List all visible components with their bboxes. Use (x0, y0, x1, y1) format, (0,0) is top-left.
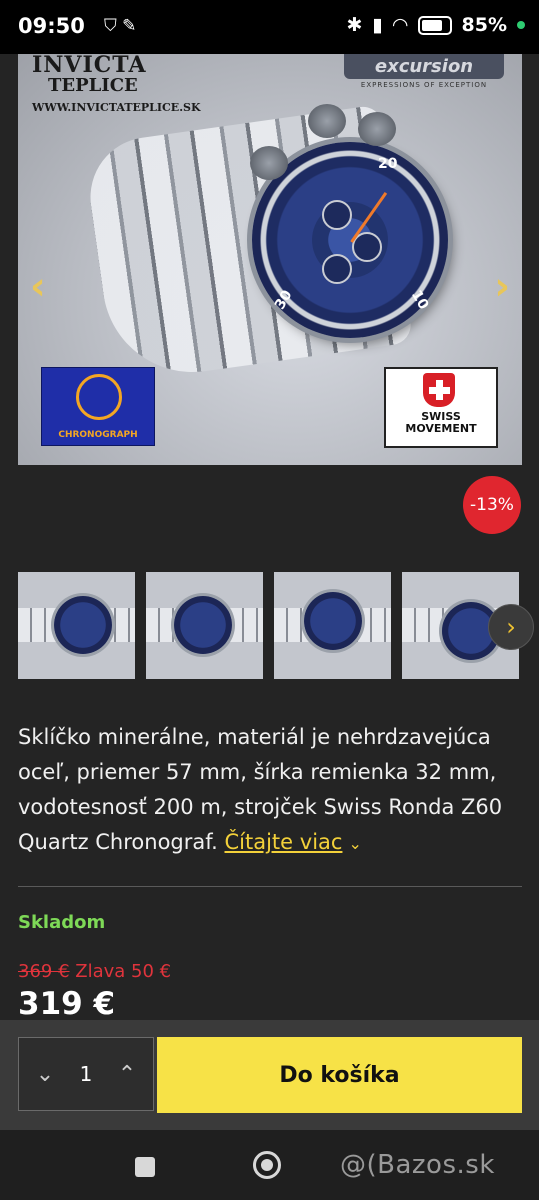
thumbnail[interactable] (18, 572, 135, 679)
watch-crown (308, 104, 346, 138)
stock-status: Skladom (18, 912, 106, 933)
product-image[interactable]: 20 30 10 INVICTA TEPLICE WWW.INVICTATEPL… (18, 54, 522, 465)
status-right: ✱ ▮ ◠ 85% (346, 14, 525, 36)
watch-pusher (358, 112, 396, 146)
old-price-line: 369 € Zlava 50 € (18, 961, 171, 982)
thumbnail-strip (18, 572, 519, 679)
stopwatch-icon (76, 374, 122, 420)
bezel-number: 20 (378, 156, 398, 172)
thumbnail[interactable] (146, 572, 263, 679)
thumbnail[interactable] (274, 572, 391, 679)
wifi-icon: ◠ (392, 14, 408, 36)
watermark: @(Bazos.sk (340, 1150, 495, 1180)
excursion-logo: excursion EXPRESSIONS OF EXCEPTION (344, 54, 504, 89)
home-button[interactable] (253, 1151, 281, 1179)
quantity-stepper: ⌄ 1 ⌃ (18, 1037, 154, 1111)
watch-subdial (322, 254, 352, 284)
swiss-movement-badge: SWISS MOVEMENT (384, 367, 498, 448)
decrease-quantity-button[interactable]: ⌄ (31, 1062, 59, 1087)
privacy-dot-icon (517, 21, 525, 29)
divider (18, 886, 522, 887)
status-bar: 09:50 ⛉ ✎ ✱ ▮ ◠ 85% (0, 0, 539, 54)
notification-icons: ⛉ ✎ (104, 16, 137, 36)
swiss-cross-icon (423, 373, 455, 407)
discount-badge: -13% (463, 476, 521, 534)
increase-quantity-button[interactable]: ⌃ (113, 1062, 141, 1087)
brand-logo: INVICTA TEPLICE WWW.INVICTATEPLICE.SK (32, 54, 201, 114)
read-more-link[interactable]: Čítajte viac (225, 830, 343, 854)
next-image-arrow-icon[interactable]: › (494, 264, 510, 308)
add-to-cart-button[interactable]: Do košíka (157, 1037, 522, 1113)
discount-label: Zlava 50 € (75, 961, 172, 982)
recent-apps-button[interactable] (135, 1157, 155, 1177)
status-time: 09:50 (18, 14, 85, 38)
prev-image-arrow-icon[interactable]: ‹ (30, 264, 46, 308)
bezel-number: 10 (407, 287, 432, 313)
battery-percent: 85% (461, 14, 507, 36)
current-price: 319 € (18, 986, 116, 1022)
product-description: Sklíčko minerálne, materiál je nehrdzave… (18, 720, 518, 861)
watch-pusher (250, 146, 288, 180)
battery-icon (417, 15, 452, 35)
chevron-right-icon: › (506, 613, 516, 641)
bluetooth-icon: ✱ (346, 14, 363, 36)
old-price: 369 € (18, 961, 70, 982)
chevron-down-icon[interactable]: ⌄ (348, 834, 361, 853)
thumbnail-next-button[interactable]: › (488, 604, 534, 650)
chronograph-badge: CHRONOGRAPH (41, 367, 155, 446)
signal-icon: ▮ (372, 14, 383, 36)
quantity-value[interactable]: 1 (80, 1062, 93, 1086)
watch-subdial (322, 200, 352, 230)
